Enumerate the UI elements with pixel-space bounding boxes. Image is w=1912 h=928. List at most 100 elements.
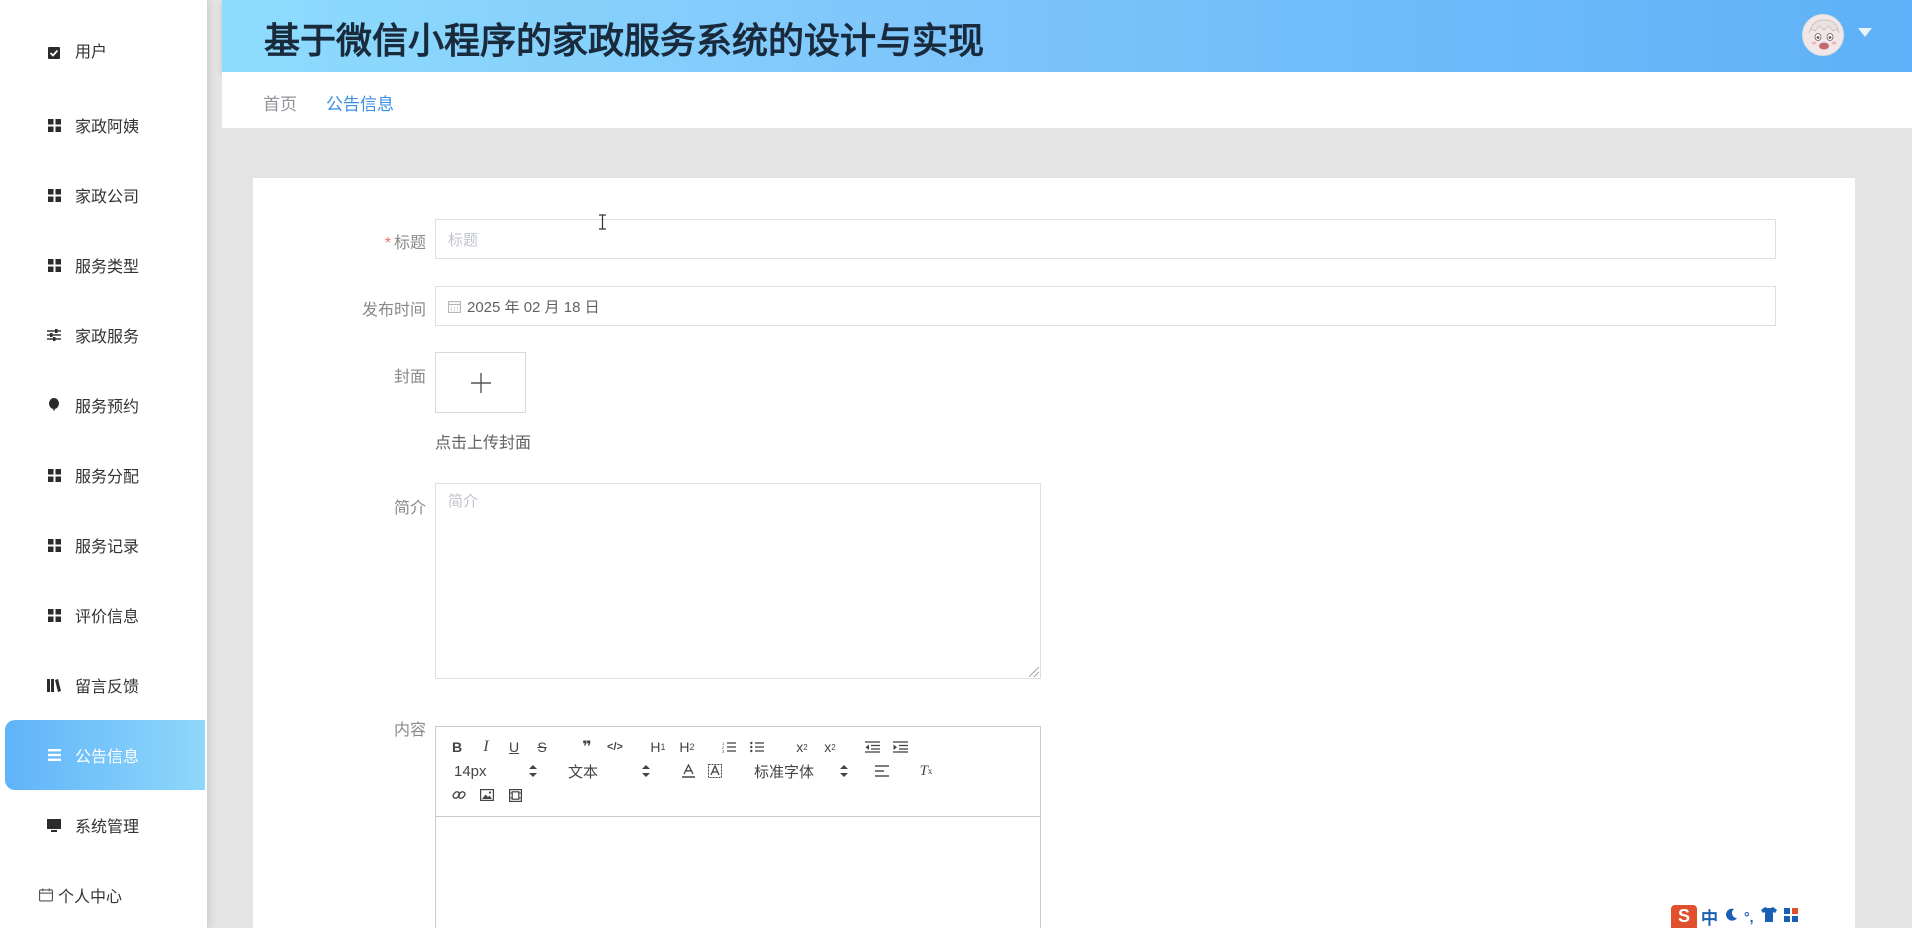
- superscript-button[interactable]: x2: [821, 737, 839, 757]
- title-placeholder: 标题: [448, 231, 479, 249]
- text-cursor-icon: [599, 214, 606, 230]
- plus-icon: [470, 372, 491, 393]
- content-label: 内容: [393, 722, 426, 739]
- title-input[interactable]: 标题: [435, 219, 1776, 259]
- sidebar-item-profile[interactable]: 个人中心: [5, 860, 205, 928]
- blockquote-icon[interactable]: ❞: [579, 737, 595, 757]
- editor-toolbar: B I U S ❞ </> H1 H2 123 x2 x2 14px 文本 标准…: [436, 727, 1040, 817]
- grid-apps-icon: [1783, 907, 1798, 927]
- header2-button[interactable]: H2: [677, 737, 697, 757]
- summary-label: 简介: [393, 500, 426, 517]
- strike-button[interactable]: S: [535, 737, 549, 757]
- book-icon: [47, 678, 61, 692]
- top-header: 基于微信小程序的家政服务系统的设计与实现: [222, 0, 1912, 72]
- avatar[interactable]: [1802, 14, 1844, 56]
- page-title: 基于微信小程序的家政服务系统的设计与实现: [264, 21, 985, 62]
- ime-mode: 中: [1701, 909, 1718, 928]
- clear-format-icon[interactable]: Tx: [918, 761, 934, 781]
- chevron-down-icon[interactable]: [1858, 28, 1872, 37]
- monitor-icon: [47, 818, 61, 832]
- sidebar-item-housekeeping[interactable]: 家政服务: [5, 300, 205, 370]
- title-label: * 标题: [384, 235, 426, 252]
- indent-icon[interactable]: [892, 737, 908, 757]
- subscript-button[interactable]: x2: [793, 737, 811, 757]
- moon-icon: [1724, 907, 1738, 927]
- cover-hint: 点击上传封面: [435, 435, 532, 452]
- sidebar-item-label: 服务分配: [75, 469, 140, 486]
- sidebar-item-records[interactable]: 服务记录: [5, 510, 205, 580]
- sidebar-item-assignment[interactable]: 服务分配: [5, 440, 205, 510]
- sidebar-item-label: 家政服务: [75, 329, 140, 346]
- sidebar-item-booking[interactable]: 服务预约: [5, 370, 205, 440]
- code-block-icon[interactable]: </>: [606, 737, 624, 757]
- calendar-icon: [448, 300, 461, 313]
- sidebar-item-label: 系统管理: [75, 819, 140, 836]
- bold-button[interactable]: B: [450, 737, 464, 757]
- image-icon[interactable]: [479, 785, 495, 805]
- shirt-icon: [1760, 906, 1778, 927]
- cover-upload-button[interactable]: [435, 352, 526, 413]
- cover-label: 封面: [393, 369, 426, 386]
- sidebar-item-label: 服务类型: [75, 259, 140, 276]
- sidebar-item-label: 家政阿姨: [75, 119, 140, 136]
- summary-placeholder: 简介: [448, 493, 479, 510]
- font-size-select-arrows[interactable]: [529, 765, 537, 777]
- punctuation-icon: °,: [1744, 908, 1754, 925]
- sidebar: 用户 家政阿姨 家政公司 服务类型 家政服务 服务预约 服务分配 服务记录 评价…: [0, 0, 207, 928]
- date-picker[interactable]: 2025 年 02 月 18 日: [435, 286, 1776, 326]
- rich-text-editor: B I U S ❞ </> H1 H2 123 x2 x2 14px 文本 标准…: [435, 726, 1041, 928]
- breadcrumb-current: 公告信息: [326, 95, 394, 114]
- svg-text:3: 3: [722, 749, 725, 753]
- sidebar-item-reviews[interactable]: 评价信息: [5, 580, 205, 650]
- header1-button[interactable]: H1: [648, 737, 668, 757]
- sidebar-item-announcement[interactable]: 公告信息: [5, 720, 205, 790]
- date-value: 2025 年 02 月 18 日: [467, 298, 600, 316]
- check-square-icon: [47, 46, 61, 60]
- grid-icon: [47, 608, 61, 622]
- italic-button[interactable]: I: [479, 737, 493, 757]
- sidebar-item-aunt[interactable]: 家政阿姨: [5, 90, 205, 160]
- summary-textarea[interactable]: 简介: [435, 483, 1041, 679]
- grid-icon: [47, 118, 61, 132]
- sliders-icon: [47, 328, 61, 342]
- sidebar-item-label: 服务记录: [75, 539, 140, 556]
- date-label: 发布时间: [361, 302, 426, 319]
- grid-icon: [47, 188, 61, 202]
- font-color-icon[interactable]: [681, 761, 695, 781]
- bullet-list-icon[interactable]: [749, 737, 765, 757]
- list-icon: [47, 748, 61, 762]
- align-icon[interactable]: [874, 761, 890, 781]
- sidebar-item-users[interactable]: 用户: [5, 22, 205, 92]
- font-family-select-arrows[interactable]: [840, 765, 848, 777]
- grid-icon: [47, 468, 61, 482]
- grid-icon: [47, 258, 61, 272]
- header-select-arrows[interactable]: [642, 765, 650, 777]
- sidebar-item-label: 个人中心: [58, 889, 123, 906]
- grid-icon: [47, 538, 61, 552]
- header-select[interactable]: 文本: [568, 761, 598, 781]
- sidebar-item-label: 家政公司: [75, 189, 140, 206]
- sidebar-item-label: 公告信息: [75, 749, 140, 766]
- ime-logo-icon: S: [1671, 905, 1697, 928]
- sidebar-item-service-type[interactable]: 服务类型: [5, 230, 205, 300]
- link-icon[interactable]: [451, 785, 467, 805]
- resize-handle[interactable]: [1029, 667, 1039, 677]
- calendar-icon: [39, 888, 53, 902]
- breadcrumb: 首页 公告信息: [222, 72, 1912, 128]
- sidebar-item-label: 留言反馈: [75, 679, 140, 696]
- font-family-select[interactable]: 标准字体: [754, 761, 814, 781]
- editor-content-area[interactable]: [436, 818, 1040, 928]
- sidebar-item-feedback[interactable]: 留言反馈: [5, 650, 205, 720]
- video-icon[interactable]: [507, 785, 523, 805]
- breadcrumb-home[interactable]: 首页: [263, 90, 297, 115]
- font-size-select[interactable]: 14px: [454, 761, 487, 781]
- ordered-list-icon[interactable]: 123: [721, 737, 737, 757]
- sidebar-item-system[interactable]: 系统管理: [5, 790, 205, 860]
- outdent-icon[interactable]: [864, 737, 880, 757]
- sidebar-item-label: 服务预约: [75, 399, 140, 416]
- ime-status-bar[interactable]: S 中 °,: [1671, 905, 1827, 928]
- sidebar-item-company[interactable]: 家政公司: [5, 160, 205, 230]
- sidebar-item-label: 评价信息: [75, 609, 140, 626]
- underline-button[interactable]: U: [507, 737, 521, 757]
- background-color-icon[interactable]: [708, 761, 722, 781]
